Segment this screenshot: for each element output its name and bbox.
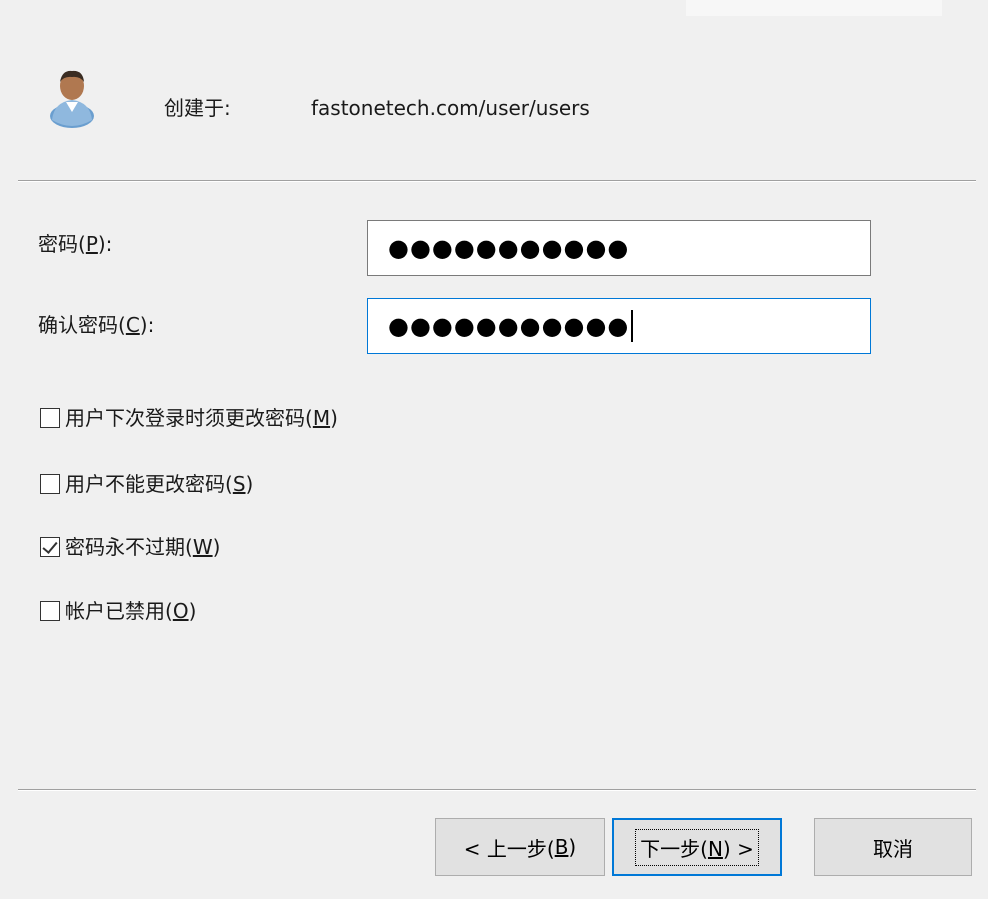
header-divider — [18, 180, 976, 182]
option-password-never-expires[interactable]: 密码永不过期(W) — [40, 533, 220, 561]
dialog-header: 创建于: fastonetech.com/user/users — [0, 0, 988, 180]
password-input[interactable]: ●●●●●●●●●●● — [367, 220, 871, 276]
user-icon — [50, 70, 94, 128]
next-button-label: 下一步(N) > — [635, 828, 759, 866]
created-in-path: fastonetech.com/user/users — [311, 96, 590, 120]
back-button[interactable]: < 上一步(B) — [435, 818, 605, 876]
option-must-change-password[interactable]: 用户下次登录时须更改密码(M) — [40, 404, 338, 432]
text-caret — [631, 310, 634, 342]
option-label: 帐户已禁用(O) — [65, 599, 197, 623]
cancel-button[interactable]: 取消 — [814, 818, 972, 876]
confirm-password-label: 确认密码(C): — [38, 313, 155, 337]
password-label: 密码(P): — [38, 232, 113, 256]
checkbox-must-change-password[interactable] — [40, 408, 60, 428]
created-in-label: 创建于: — [164, 96, 231, 120]
confirm-password-value: ●●●●●●●●●●● — [388, 312, 630, 340]
next-button[interactable]: 下一步(N) > — [612, 818, 782, 876]
checkbox-account-disabled[interactable] — [40, 601, 60, 621]
option-account-disabled[interactable]: 帐户已禁用(O) — [40, 597, 196, 625]
option-label: 密码永不过期(W) — [65, 535, 221, 559]
footer-divider — [18, 789, 976, 791]
password-value: ●●●●●●●●●●● — [388, 234, 630, 262]
option-label: 用户不能更改密码(S) — [65, 472, 254, 496]
option-cannot-change-password[interactable]: 用户不能更改密码(S) — [40, 470, 253, 498]
option-label: 用户下次登录时须更改密码(M) — [65, 406, 338, 430]
confirm-password-input[interactable]: ●●●●●●●●●●● — [367, 298, 871, 354]
checkbox-cannot-change-password[interactable] — [40, 474, 60, 494]
checkbox-password-never-expires[interactable] — [40, 537, 60, 557]
